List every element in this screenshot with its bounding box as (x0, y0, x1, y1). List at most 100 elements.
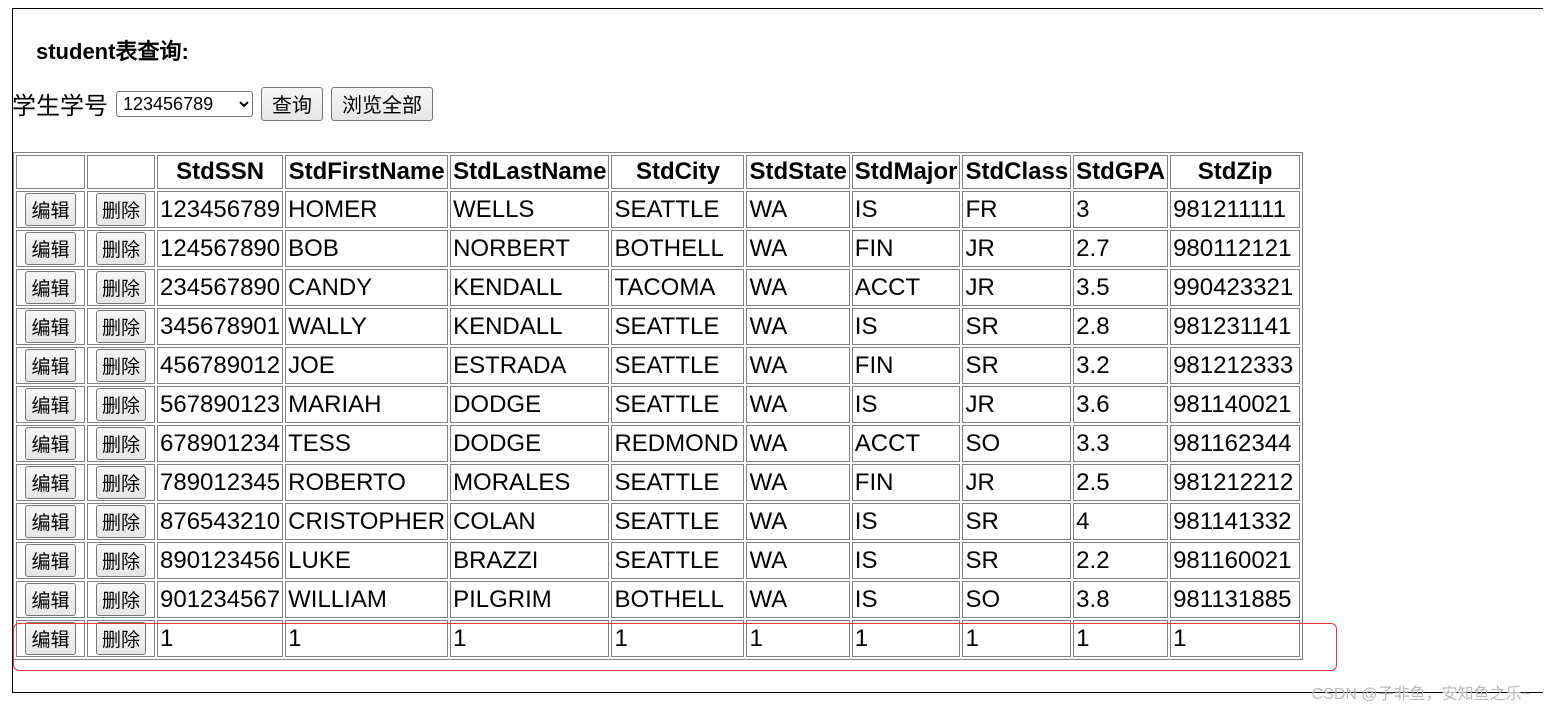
cell-stdstate: WA (746, 503, 850, 540)
delete-button[interactable]: 删除 (95, 427, 146, 460)
cell-stdcity: SEATTLE (611, 542, 745, 579)
cell-stdstate: WA (746, 386, 850, 423)
cell-stdssn: 567890123 (157, 386, 284, 423)
edit-cell: 编辑 (16, 308, 85, 345)
table-row: 编辑 删除 124567890 BOB NORBERT BOTHELL WA FIN JR 2.7… (16, 230, 1301, 267)
edit-cell: 编辑 (16, 230, 85, 267)
cell-stdgpa: 3.8 (1073, 581, 1169, 618)
cell-stdclass: SR (962, 347, 1072, 384)
cell-stdzip: 980112121 (1170, 230, 1301, 267)
edit-button[interactable]: 编辑 (25, 349, 76, 382)
cell-stdstate: 1 (746, 620, 850, 657)
cell-stdzip: 981160021 (1170, 542, 1301, 579)
cell-stdclass: JR (962, 464, 1072, 501)
cell-stdcity: SEATTLE (611, 191, 745, 228)
edit-button[interactable]: 编辑 (25, 232, 76, 265)
edit-cell: 编辑 (16, 269, 85, 306)
table-row: 编辑 删除 567890123 MARIAH DODGE SEATTLE WA IS JR 3.6… (16, 386, 1301, 423)
edit-button[interactable]: 编辑 (25, 427, 76, 460)
table-row: 编辑 删除 678901234 TESS DODGE REDMOND WA ACCT SO 3.3… (16, 425, 1301, 462)
browse-all-button[interactable]: 浏览全部 (331, 86, 433, 121)
delete-button[interactable]: 删除 (95, 466, 146, 499)
edit-button[interactable]: 编辑 (25, 466, 76, 499)
cell-stdstate: WA (746, 191, 850, 228)
table-row: 编辑 删除 789012345 ROBERTO MORALES SEATTLE WA FIN J… (16, 464, 1301, 501)
edit-button[interactable]: 编辑 (25, 310, 76, 343)
cell-stdlastname: NORBERT (450, 230, 610, 267)
delete-cell: 删除 (87, 269, 155, 306)
cell-stdcity: REDMOND (611, 425, 745, 462)
cell-stdmajor: IS (851, 386, 961, 423)
edit-button[interactable]: 编辑 (25, 388, 76, 421)
cell-stdssn: 234567890 (157, 269, 284, 306)
header-stdstate: StdState (746, 155, 850, 189)
cell-stdgpa: 3.3 (1073, 425, 1169, 462)
cell-stdclass: FR (962, 191, 1072, 228)
cell-stdzip: 981231141 (1170, 308, 1301, 345)
cell-stdzip: 981140021 (1170, 386, 1301, 423)
delete-button[interactable]: 删除 (95, 232, 146, 265)
cell-stdclass: SR (962, 503, 1072, 540)
cell-stdlastname: 1 (450, 620, 610, 657)
header-delete-col (87, 155, 155, 189)
edit-cell: 编辑 (16, 425, 85, 462)
cell-stdclass: SR (962, 308, 1072, 345)
cell-stdlastname: PILGRIM (450, 581, 610, 618)
header-stdfirstname: StdFirstName (285, 155, 449, 189)
delete-cell: 删除 (87, 503, 155, 540)
edit-button[interactable]: 编辑 (25, 193, 76, 226)
edit-button[interactable]: 编辑 (25, 622, 76, 655)
edit-button[interactable]: 编辑 (25, 583, 76, 616)
cell-stdssn: 678901234 (157, 425, 284, 462)
query-button[interactable]: 查询 (261, 86, 323, 121)
cell-stdzip: 981131885 (1170, 581, 1301, 618)
cell-stdstate: WA (746, 308, 850, 345)
cell-stdclass: SO (962, 581, 1072, 618)
cell-stdclass: SO (962, 425, 1072, 462)
delete-button[interactable]: 删除 (95, 310, 146, 343)
header-edit-col (16, 155, 85, 189)
edit-cell: 编辑 (16, 620, 85, 657)
delete-button[interactable]: 删除 (95, 583, 146, 616)
cell-stdlastname: ESTRADA (450, 347, 610, 384)
ssn-select[interactable]: 123456789 (116, 90, 253, 117)
cell-stdfirstname: BOB (285, 230, 449, 267)
delete-cell: 删除 (87, 191, 155, 228)
delete-button[interactable]: 删除 (95, 349, 146, 382)
delete-button[interactable]: 删除 (95, 271, 146, 304)
table-row: 编辑 删除 123456789 HOMER WELLS SEATTLE WA IS FR 3 981… (16, 191, 1301, 228)
cell-stdmajor: IS (851, 503, 961, 540)
cell-stdcity: SEATTLE (611, 464, 745, 501)
table-row: 编辑 删除 901234567 WILLIAM PILGRIM BOTHELL WA IS SO… (16, 581, 1301, 618)
cell-stdzip: 981212333 (1170, 347, 1301, 384)
edit-button[interactable]: 编辑 (25, 544, 76, 577)
edit-button[interactable]: 编辑 (25, 505, 76, 538)
cell-stdfirstname: MARIAH (285, 386, 449, 423)
cell-stdzip: 981141332 (1170, 503, 1301, 540)
cell-stdlastname: KENDALL (450, 269, 610, 306)
delete-button[interactable]: 删除 (95, 193, 146, 226)
delete-button[interactable]: 删除 (95, 622, 146, 655)
student-table: StdSSN StdFirstName StdLastName StdCity … (13, 152, 1304, 660)
edit-cell: 编辑 (16, 191, 85, 228)
cell-stdgpa: 4 (1073, 503, 1169, 540)
edit-cell: 编辑 (16, 503, 85, 540)
delete-button[interactable]: 删除 (95, 505, 146, 538)
cell-stdmajor: FIN (851, 230, 961, 267)
delete-cell: 删除 (87, 425, 155, 462)
header-stdlastname: StdLastName (450, 155, 610, 189)
cell-stdcity: SEATTLE (611, 347, 745, 384)
cell-stdcity: TACOMA (611, 269, 745, 306)
cell-stdmajor: IS (851, 581, 961, 618)
delete-cell: 删除 (87, 386, 155, 423)
cell-stdfirstname: TESS (285, 425, 449, 462)
cell-stdclass: 1 (962, 620, 1072, 657)
edit-button[interactable]: 编辑 (25, 271, 76, 304)
delete-button[interactable]: 删除 (95, 544, 146, 577)
cell-stdstate: WA (746, 347, 850, 384)
delete-button[interactable]: 删除 (95, 388, 146, 421)
header-stdmajor: StdMajor (851, 155, 961, 189)
cell-stdcity: BOTHELL (611, 581, 745, 618)
cell-stdcity: SEATTLE (611, 386, 745, 423)
header-stdzip: StdZip (1170, 155, 1301, 189)
